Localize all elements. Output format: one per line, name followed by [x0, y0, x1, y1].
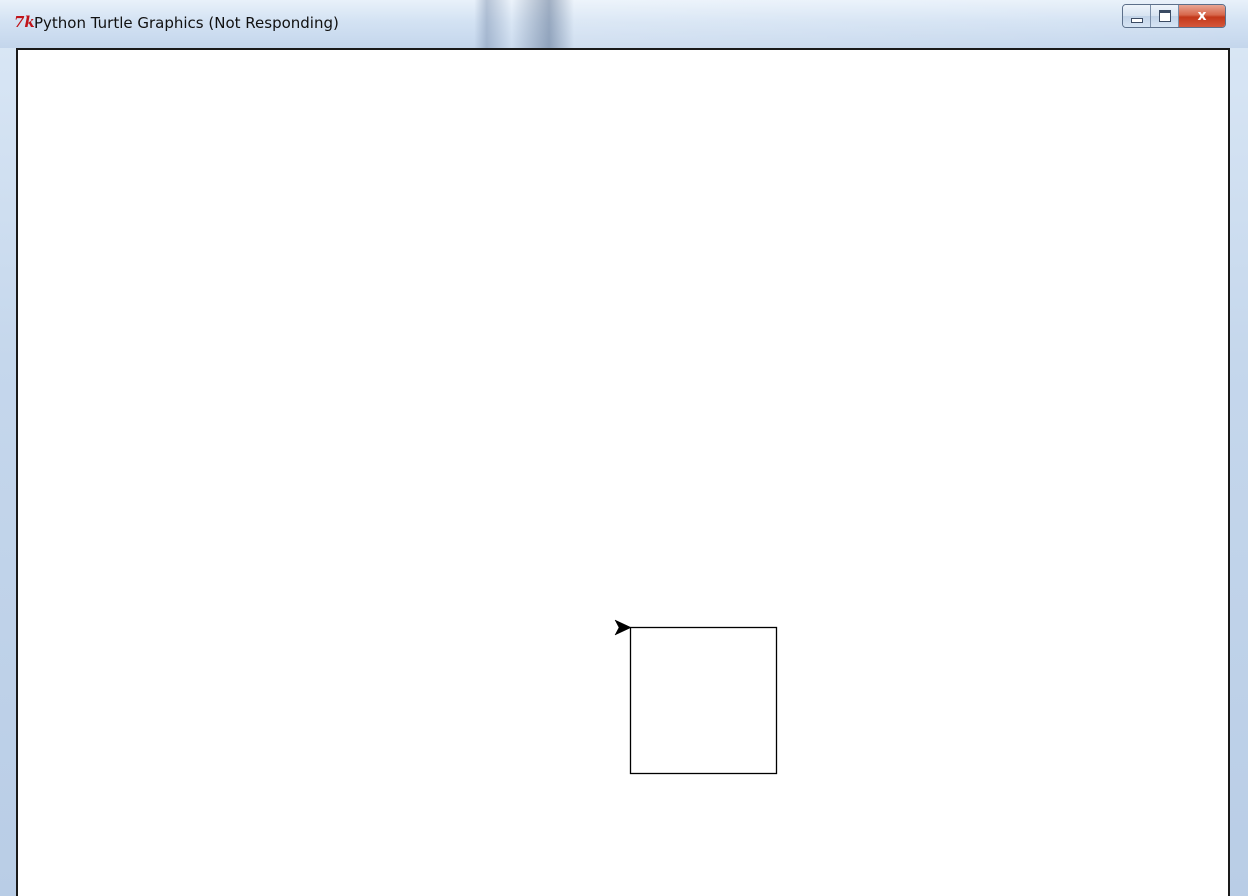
window-controls: x: [1122, 4, 1226, 28]
title-bar[interactable]: 7k Python Turtle Graphics (Not Respondin…: [0, 0, 1248, 48]
maximize-icon: [1158, 10, 1171, 22]
canvas-drawing: [614, 619, 778, 775]
tk-icon: 7k: [14, 13, 35, 31]
minimize-button[interactable]: [1123, 5, 1151, 27]
arrow-cursor-icon: [614, 619, 632, 636]
maximize-button[interactable]: [1151, 5, 1179, 27]
close-icon: x: [1197, 8, 1207, 24]
turtle-window: 7k Python Turtle Graphics (Not Respondin…: [0, 0, 1248, 896]
minimize-icon: [1130, 17, 1143, 23]
window-title: Python Turtle Graphics (Not Responding): [34, 14, 339, 32]
turtle-canvas[interactable]: [16, 48, 1230, 896]
drawn-square: [629, 626, 778, 775]
close-button[interactable]: x: [1179, 5, 1225, 27]
